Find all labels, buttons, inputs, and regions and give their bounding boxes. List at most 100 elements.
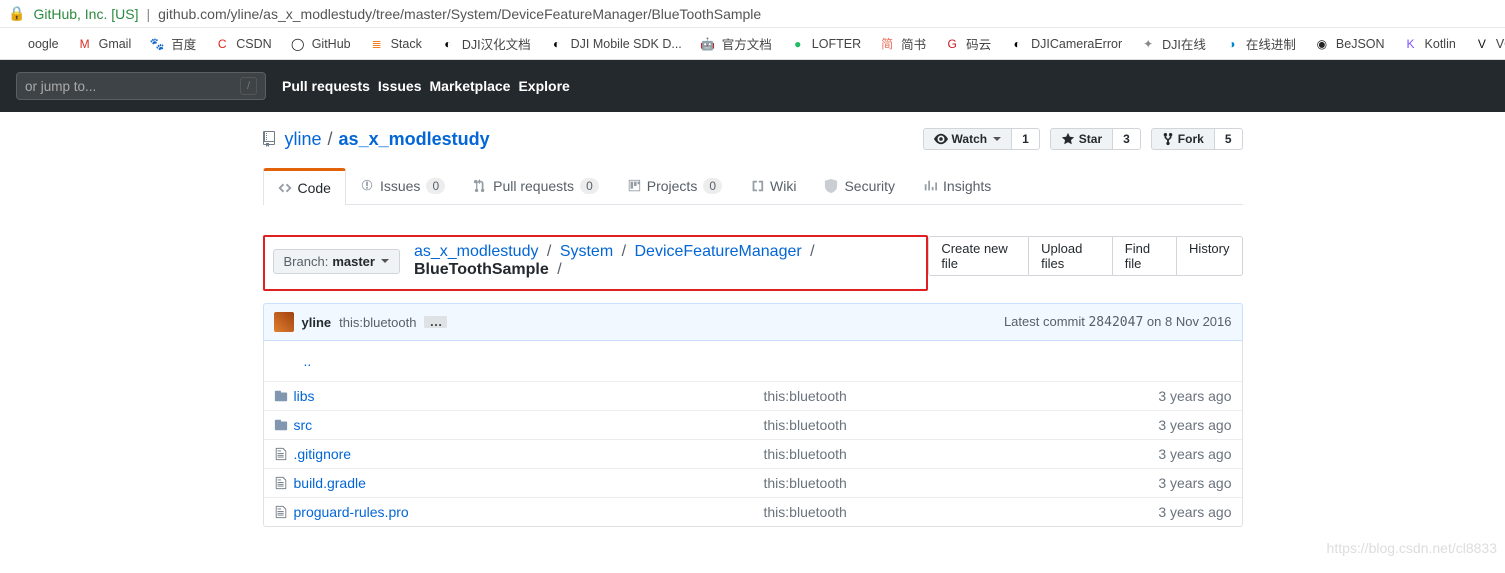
file-row: build.gradlethis:bluetooth3 years ago	[264, 468, 1242, 497]
tab-label: Insights	[943, 178, 991, 194]
file-name-link[interactable]: proguard-rules.pro	[294, 504, 409, 520]
breadcrumb-link[interactable]: DeviceFeatureManager	[635, 243, 802, 260]
avatar[interactable]	[274, 312, 294, 332]
file-list: .. libsthis:bluetooth3 years agosrcthis:…	[263, 341, 1243, 527]
bookmark-icon: ●	[790, 36, 806, 52]
tab-security[interactable]: Security	[810, 168, 909, 204]
bookmark-item[interactable]: G 码云	[944, 34, 991, 53]
file-commit-msg[interactable]: this:bluetooth	[764, 388, 1092, 404]
file-name-link[interactable]: .gitignore	[294, 446, 352, 462]
tab-wiki[interactable]: Wiki	[736, 168, 810, 204]
address-url: github.com/yline/as_x_modlestudy/tree/ma…	[158, 6, 761, 22]
breadcrumb-link[interactable]: System	[560, 243, 613, 260]
search-input[interactable]	[25, 79, 240, 94]
fork-icon	[1162, 132, 1174, 146]
bookmark-item[interactable]: ● LOFTER	[790, 36, 861, 52]
bookmark-item[interactable]: ◐DJI汉化文档	[440, 34, 531, 53]
top-nav-link[interactable]: Marketplace	[430, 78, 511, 94]
repo-icon	[263, 131, 279, 147]
bookmark-label: 码云	[966, 34, 991, 53]
bookmark-item[interactable]: CCSDN	[214, 36, 271, 52]
commit-sha[interactable]: 2842047	[1088, 315, 1143, 330]
bookmark-item[interactable]: KKotlin	[1403, 36, 1456, 52]
bookmark-item[interactable]: M Gmail	[77, 36, 132, 52]
top-nav-link[interactable]: Pull requests	[282, 78, 370, 94]
folder-icon	[274, 389, 294, 403]
bookmark-item[interactable]: ◐DJI Mobile SDK D...	[549, 36, 682, 52]
tab-insights[interactable]: Insights	[909, 168, 1005, 204]
caret-icon	[993, 137, 1001, 141]
breadcrumb-sep: /	[617, 243, 630, 260]
file-name-link[interactable]: build.gradle	[294, 475, 366, 491]
breadcrumb-link[interactable]: as_x_modlestudy	[414, 243, 539, 260]
bookmark-label: Kotlin	[1425, 37, 1456, 51]
star-button[interactable]: Star	[1050, 128, 1113, 150]
graph-icon	[923, 179, 937, 193]
file-commit-msg[interactable]: this:bluetooth	[764, 475, 1092, 491]
fork-button[interactable]: Fork	[1151, 128, 1215, 150]
address-host: GitHub, Inc. [US]	[33, 6, 138, 22]
repo-owner-link[interactable]: yline	[285, 129, 322, 150]
file-name-link[interactable]: libs	[294, 388, 315, 404]
bookmark-item[interactable]: 简简书	[879, 34, 926, 53]
tab-label: Wiki	[770, 178, 796, 194]
bookmark-item[interactable]: ≣Stack	[369, 36, 422, 52]
star-count[interactable]: 3	[1113, 128, 1141, 150]
bookmark-item[interactable]: ◉BeJSON	[1314, 36, 1385, 52]
commit-message[interactable]: this:bluetooth	[339, 315, 416, 330]
bookmark-item[interactable]: 🤖官方文档	[700, 34, 772, 53]
up-directory-link[interactable]: ..	[274, 347, 342, 375]
bookmark-label: Gmail	[99, 37, 132, 51]
commit-author[interactable]: yline	[302, 315, 332, 330]
tab-issues[interactable]: Issues0	[346, 168, 459, 204]
bookmark-label: 在线进制	[1246, 34, 1296, 53]
bookmark-icon: G	[944, 36, 960, 52]
bookmark-item[interactable]: ◐DJICameraError	[1009, 36, 1122, 52]
tab-code[interactable]: Code	[263, 168, 346, 205]
fork-count[interactable]: 5	[1215, 128, 1243, 150]
top-nav-link[interactable]: Explore	[518, 78, 569, 94]
commit-date: 8 Nov 2016	[1165, 314, 1232, 329]
top-nav-link[interactable]: Issues	[378, 78, 422, 94]
bookmark-icon: C	[214, 36, 230, 52]
repo-name-link[interactable]: as_x_modlestudy	[339, 129, 490, 150]
file-age: 3 years ago	[1092, 388, 1232, 404]
bookmark-item[interactable]: oogle	[6, 36, 59, 52]
history-button[interactable]: History	[1177, 236, 1242, 276]
bookmark-item[interactable]: 🐾百度	[149, 34, 196, 53]
tab-projects[interactable]: Projects0	[613, 168, 736, 204]
watch-count[interactable]: 1	[1012, 128, 1040, 150]
bookmark-item[interactable]: ◯GitHub	[290, 36, 351, 52]
ellipsis-button[interactable]: …	[424, 316, 447, 328]
create-new-file-button[interactable]: Create new file	[928, 236, 1029, 276]
up-directory-row[interactable]: ..	[264, 341, 1242, 381]
file-commit-msg[interactable]: this:bluetooth	[764, 446, 1092, 462]
fork-label: Fork	[1178, 132, 1204, 146]
bookmark-icon: M	[77, 36, 93, 52]
repo-tabs: CodeIssues0Pull requests0Projects0 Wiki Se…	[263, 168, 1243, 205]
file-row: srcthis:bluetooth3 years ago	[264, 410, 1242, 439]
browser-address-bar[interactable]: 🔒 GitHub, Inc. [US] | github.com/yline/a…	[0, 0, 1505, 28]
find-file-button[interactable]: Find file	[1113, 236, 1177, 276]
caret-icon	[381, 259, 389, 263]
upload-files-button[interactable]: Upload files	[1029, 236, 1113, 276]
watch-button[interactable]: Watch	[923, 128, 1013, 150]
bookmark-icon: ◐	[1009, 36, 1025, 52]
watch-button-group: Watch 1	[923, 128, 1040, 150]
file-icon	[274, 447, 294, 461]
bookmark-item[interactable]: VVOGUE	[1474, 36, 1505, 52]
file-name-link[interactable]: src	[294, 417, 313, 433]
bookmark-label: DJI Mobile SDK D...	[571, 37, 682, 51]
file-commit-msg[interactable]: this:bluetooth	[764, 417, 1092, 433]
tab-label: Security	[844, 178, 895, 194]
bookmark-label: LOFTER	[812, 37, 861, 51]
bookmark-label: 百度	[171, 34, 196, 53]
bookmark-item[interactable]: ◑在线进制	[1224, 34, 1296, 53]
branch-select[interactable]: Branch: master	[273, 249, 400, 274]
search-input-wrap[interactable]: /	[16, 72, 266, 100]
bookmark-item[interactable]: ✦DJI在线	[1140, 34, 1206, 53]
bookmark-icon: ◉	[1314, 36, 1330, 52]
file-commit-msg[interactable]: this:bluetooth	[764, 504, 1092, 520]
branch-prefix: Branch:	[284, 254, 329, 269]
tab-pull-requests[interactable]: Pull requests0	[459, 168, 613, 204]
